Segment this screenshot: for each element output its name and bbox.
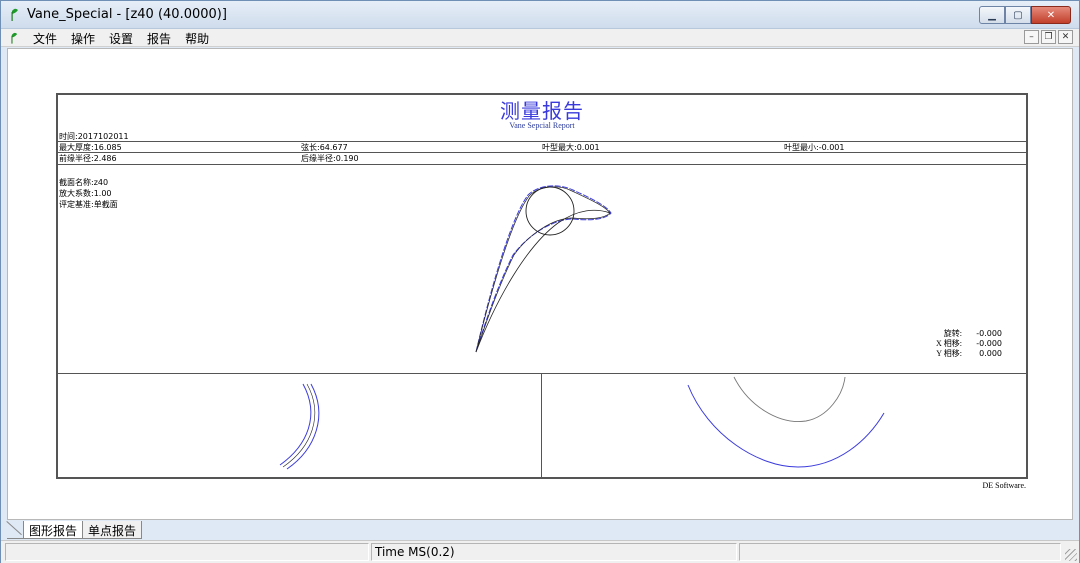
trailing-edge-detail-nominal [733, 376, 846, 422]
app-window: Vane_Special - [z40 (40.0000)] ▁ ▢ ✕ 文件 … [0, 0, 1080, 563]
restore-icon: ❐ [1044, 32, 1053, 42]
menu-report[interactable]: 报告 [145, 30, 173, 47]
leading-edge-detail-inner [286, 383, 320, 470]
tab-graphic-report[interactable]: 图形报告 [23, 521, 84, 539]
tab-lead [7, 521, 23, 539]
close-icon: ✕ [1046, 9, 1056, 21]
window-title: Vane_Special - [z40 (40.0000)] [27, 7, 227, 22]
status-bar: Time MS(0.2) [1, 540, 1079, 563]
child-close-button[interactable]: ✕ [1058, 30, 1073, 44]
status-pane-1 [5, 543, 369, 561]
blade-nominal-profile [475, 186, 611, 353]
max-thickness-circle [525, 186, 575, 236]
doc-leaf-icon[interactable] [11, 31, 18, 44]
menu-help[interactable]: 帮助 [183, 30, 211, 47]
status-pane-3 [739, 543, 1061, 561]
report-view: 测量报告 Vane Sepcial Report 时间:2017102011 最… [7, 48, 1073, 520]
leading-edge-detail-outer [279, 383, 312, 466]
minimize-button[interactable]: ▁ [979, 6, 1005, 24]
menu-bar: 文件 操作 设置 报告 帮助 – ❐ ✕ [1, 29, 1079, 47]
app-leaf-icon [11, 8, 18, 21]
blade-measured-profile [475, 185, 612, 353]
close-button[interactable]: ✕ [1031, 6, 1071, 24]
minimize-icon: – [1029, 32, 1034, 42]
maximize-button[interactable]: ▢ [1005, 6, 1031, 24]
maximize-icon: ▢ [1013, 9, 1023, 21]
tab-point-report[interactable]: 单点报告 [82, 521, 143, 539]
title-bar[interactable]: Vane_Special - [z40 (40.0000)] ▁ ▢ ✕ [1, 1, 1079, 29]
vendor-note: DE Software. [982, 481, 1026, 490]
view-tabs: 图形报告 单点报告 [7, 521, 143, 539]
leading-edge-detail-mid [282, 383, 315, 468]
trailing-edge-detail-measured [687, 384, 885, 468]
blade-profile-plot [279, 185, 885, 470]
menu-settings[interactable]: 设置 [107, 30, 135, 47]
report-sheet: 测量报告 Vane Sepcial Report 时间:2017102011 最… [56, 93, 1028, 479]
minimize-icon: ▁ [988, 9, 996, 21]
resize-grip[interactable] [1065, 549, 1077, 561]
status-time: Time MS(0.2) [371, 543, 737, 561]
child-restore-button[interactable]: ❐ [1041, 30, 1056, 44]
child-minimize-button[interactable]: – [1024, 30, 1039, 44]
close-icon: ✕ [1061, 32, 1070, 42]
menu-operate[interactable]: 操作 [69, 30, 97, 47]
menu-file[interactable]: 文件 [31, 30, 59, 47]
camber-line [475, 209, 611, 353]
